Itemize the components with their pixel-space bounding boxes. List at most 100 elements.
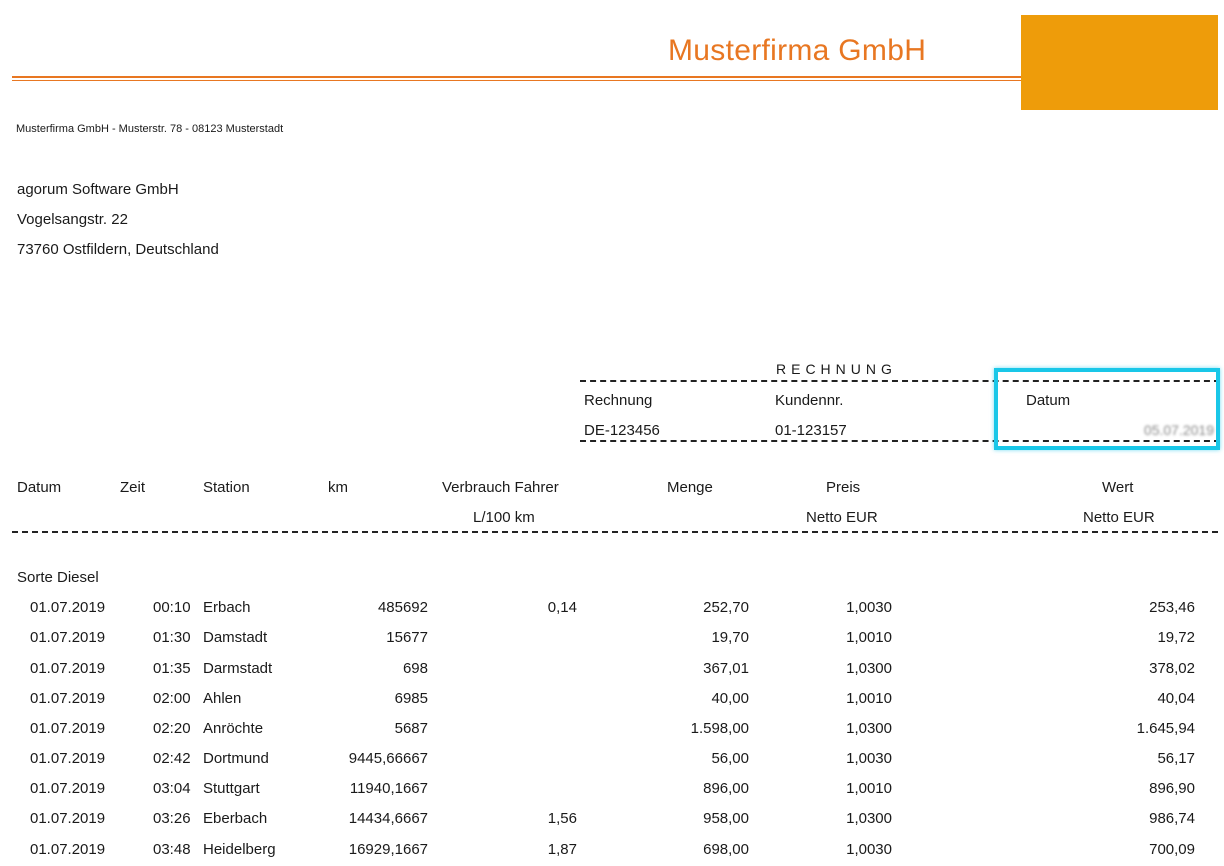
cell-time: 02:20 — [153, 720, 191, 737]
col-header-station: Station — [203, 479, 250, 496]
cell-date: 01.07.2019 — [30, 660, 106, 677]
table-row: 01.07.2019 03:26 Eberbach 14434,6667 1,5… — [0, 810, 1224, 834]
recipient-street: Vogelsangstr. 22 — [17, 211, 128, 228]
table-row: 01.07.2019 02:00 Ahlen 6985 40,00 1,0010… — [0, 690, 1224, 714]
cell-value: 56,17 — [1157, 750, 1195, 767]
customer-number-label: Kundennr. — [775, 392, 844, 409]
invoice-title: RECHNUNG — [776, 361, 897, 377]
cell-km: 14434,6667 — [348, 810, 428, 827]
group-label: Sorte Diesel — [17, 569, 99, 586]
col-header-date: Datum — [17, 479, 62, 496]
table-header-rule — [12, 531, 1218, 533]
cell-consumption: 0,14 — [547, 599, 577, 616]
cell-date: 01.07.2019 — [30, 780, 106, 797]
cell-price: 1,0300 — [846, 660, 892, 677]
cell-consumption: 1,87 — [547, 841, 577, 858]
table-row: 01.07.2019 01:30 Damstadt 15677 19,70 1,… — [0, 629, 1224, 653]
cell-value: 896,90 — [1149, 780, 1195, 797]
recipient-city: 73760 Ostfildern, Deutschland — [17, 241, 219, 258]
cell-value: 700,09 — [1149, 841, 1195, 858]
col-header-price: Preis — [826, 479, 861, 496]
table-row: 01.07.2019 02:20 Anröchte 5687 1.598,00 … — [0, 720, 1224, 744]
cell-km: 9445,66667 — [348, 750, 428, 767]
company-name: Musterfirma GmbH — [668, 34, 927, 67]
cell-station: Damstadt — [203, 629, 268, 646]
cell-date: 01.07.2019 — [30, 841, 106, 858]
cell-value: 378,02 — [1149, 660, 1195, 677]
cell-price: 1,0010 — [846, 690, 892, 707]
col-header-quantity: Menge — [667, 479, 713, 496]
cell-time: 01:30 — [153, 629, 191, 646]
date-highlight-box — [994, 368, 1220, 450]
recipient-name: agorum Software GmbH — [17, 181, 179, 198]
cell-time: 00:10 — [153, 599, 191, 616]
cell-station: Ahlen — [203, 690, 242, 707]
cell-value: 1.645,94 — [1136, 720, 1195, 737]
header-rule-thin — [12, 80, 1022, 81]
cell-quantity: 698,00 — [703, 841, 749, 858]
cell-station: Darmstadt — [203, 660, 273, 677]
cell-value: 40,04 — [1157, 690, 1195, 707]
col-header-value: Wert — [1102, 479, 1134, 496]
cell-price: 1,0030 — [846, 750, 892, 767]
cell-quantity: 367,01 — [703, 660, 749, 677]
cell-time: 02:00 — [153, 690, 191, 707]
customer-number-value: 01-123157 — [775, 422, 847, 439]
cell-km: 15677 — [386, 629, 428, 646]
table-row: 01.07.2019 02:42 Dortmund 9445,66667 56,… — [0, 750, 1224, 774]
cell-quantity: 252,70 — [703, 599, 749, 616]
cell-station: Anröchte — [203, 720, 264, 737]
col-header-km: km — [328, 479, 348, 496]
cell-date: 01.07.2019 — [30, 750, 106, 767]
cell-date: 01.07.2019 — [30, 629, 106, 646]
cell-price: 1,0030 — [846, 841, 892, 858]
cell-date: 01.07.2019 — [30, 690, 106, 707]
cell-value: 19,72 — [1157, 629, 1195, 646]
table-row: 01.07.2019 01:35 Darmstadt 698 367,01 1,… — [0, 660, 1224, 684]
cell-station: Dortmund — [203, 750, 269, 767]
cell-price: 1,0010 — [846, 780, 892, 797]
cell-km: 485692 — [377, 599, 428, 616]
cell-consumption: 1,56 — [547, 810, 577, 827]
col-header-consumption-unit: L/100 km — [473, 509, 535, 526]
logo-block — [1021, 15, 1218, 110]
cell-station: Stuttgart — [203, 780, 260, 797]
cell-date: 01.07.2019 — [30, 810, 106, 827]
cell-price: 1,0300 — [846, 810, 892, 827]
col-header-time: Zeit — [120, 479, 146, 496]
cell-km: 11940,1667 — [349, 780, 428, 797]
cell-time: 02:42 — [153, 750, 191, 767]
col-header-price-unit: Netto EUR — [806, 509, 878, 526]
cell-value: 986,74 — [1149, 810, 1195, 827]
cell-station: Heidelberg — [203, 841, 276, 858]
header-rule — [12, 76, 1022, 78]
cell-station: Erbach — [203, 599, 251, 616]
cell-time: 03:48 — [153, 841, 191, 858]
cell-station: Eberbach — [203, 810, 268, 827]
cell-time: 01:35 — [153, 660, 191, 677]
sender-address-line: Musterfirma GmbH - Musterstr. 78 - 08123… — [16, 123, 284, 135]
col-header-value-unit: Netto EUR — [1083, 509, 1155, 526]
cell-quantity: 1.598,00 — [690, 720, 749, 737]
cell-price: 1,0010 — [846, 629, 892, 646]
cell-km: 16929,1667 — [348, 841, 428, 858]
cell-quantity: 40,00 — [711, 690, 749, 707]
cell-km: 698 — [402, 660, 428, 677]
cell-km: 5687 — [394, 720, 428, 737]
cell-quantity: 896,00 — [703, 780, 749, 797]
cell-price: 1,0030 — [846, 599, 892, 616]
cell-quantity: 19,70 — [711, 629, 749, 646]
invoice-number-value: DE-123456 — [584, 422, 660, 439]
cell-time: 03:04 — [153, 780, 191, 797]
cell-quantity: 958,00 — [703, 810, 749, 827]
cell-date: 01.07.2019 — [30, 599, 106, 616]
table-row: 01.07.2019 03:48 Heidelberg 16929,1667 1… — [0, 841, 1224, 865]
col-header-consumption: Verbrauch Fahrer — [442, 479, 559, 496]
cell-price: 1,0300 — [846, 720, 892, 737]
table-row: 01.07.2019 00:10 Erbach 485692 0,14 252,… — [0, 599, 1224, 623]
cell-date: 01.07.2019 — [30, 720, 106, 737]
table-row: 01.07.2019 03:04 Stuttgart 11940,1667 89… — [0, 780, 1224, 804]
cell-quantity: 56,00 — [711, 750, 749, 767]
cell-km: 6985 — [394, 690, 428, 707]
cell-value: 253,46 — [1149, 599, 1195, 616]
